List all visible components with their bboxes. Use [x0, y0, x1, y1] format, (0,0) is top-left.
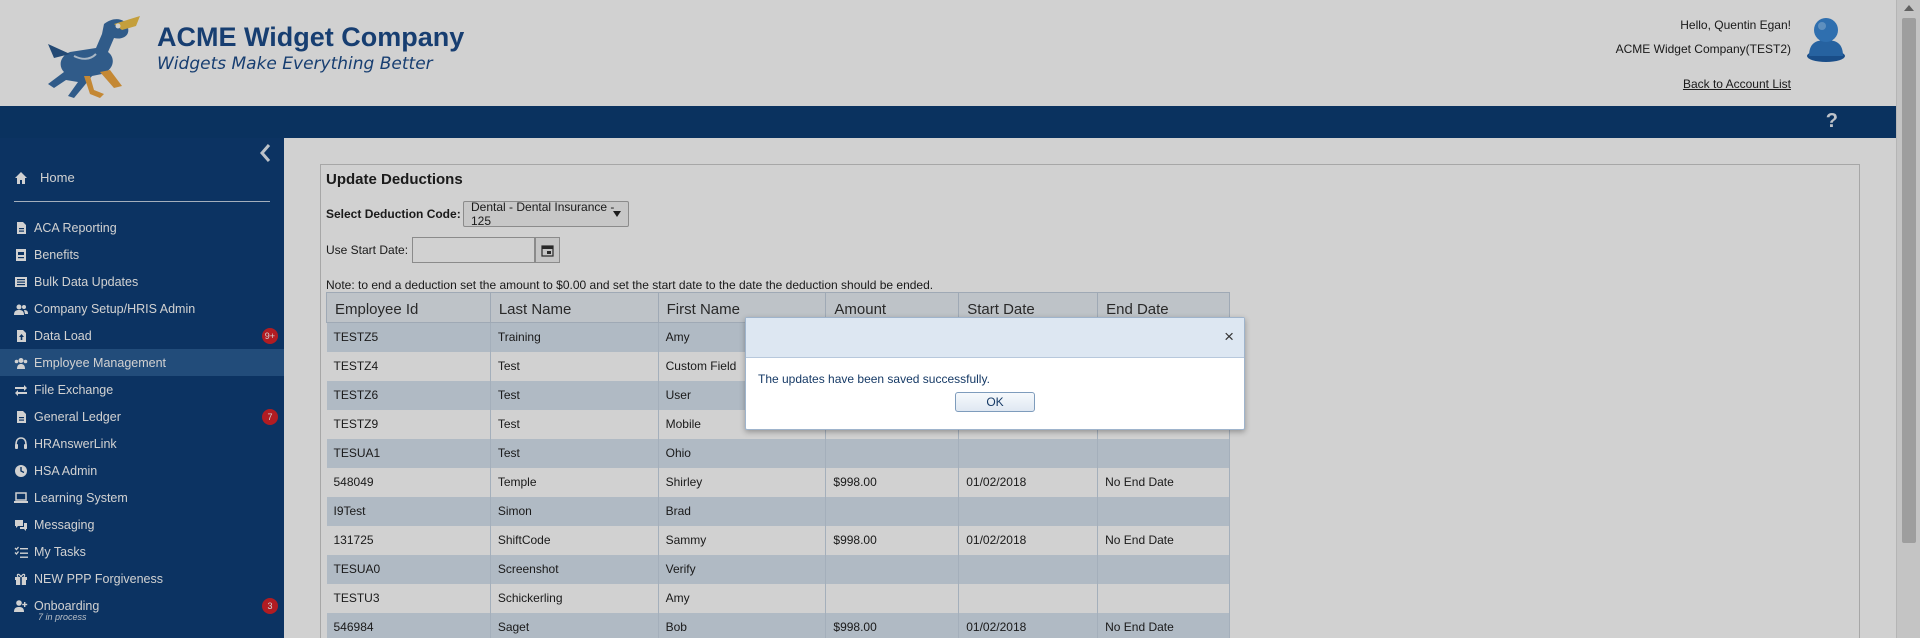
- dialog-message: The updates have been saved successfully…: [758, 372, 990, 386]
- close-icon[interactable]: ×: [1224, 327, 1234, 347]
- ok-button[interactable]: OK: [955, 392, 1035, 412]
- success-dialog: × The updates have been saved successful…: [745, 317, 1245, 430]
- dialog-header: ×: [746, 318, 1244, 358]
